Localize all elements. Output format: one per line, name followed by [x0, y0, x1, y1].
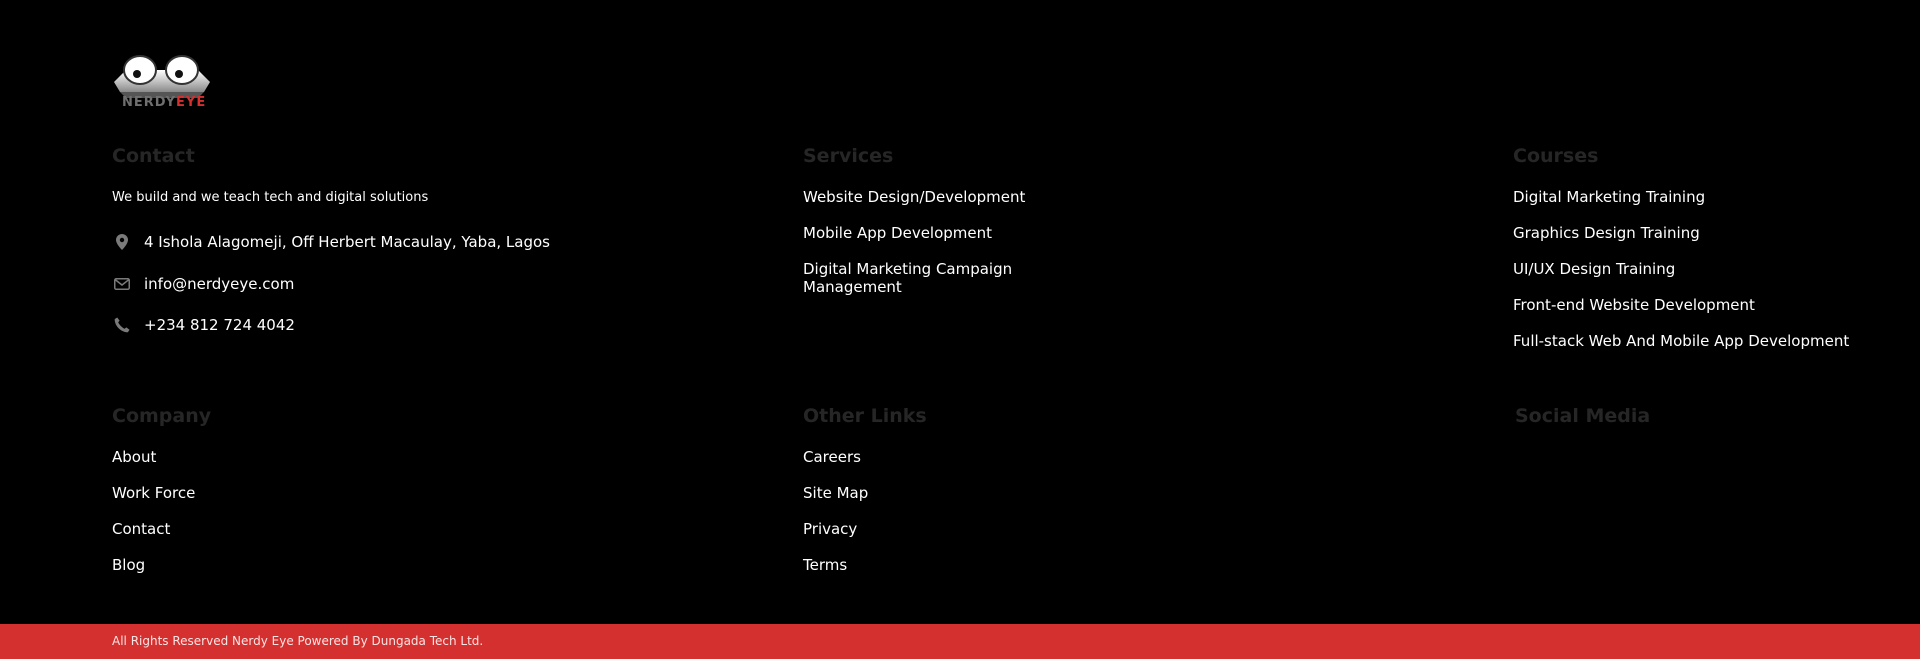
services-list: Website Design/Development Mobile App De…: [803, 188, 1063, 296]
tagline: We build and we teach tech and digital s…: [112, 190, 429, 205]
services-heading: Services: [803, 145, 894, 167]
company-link-contact[interactable]: Contact: [112, 520, 195, 538]
courses-link[interactable]: Graphics Design Training: [1513, 224, 1849, 242]
courses-link[interactable]: UI/UX Design Training: [1513, 260, 1849, 278]
site-footer: NERDYEYE Contact We build and we teach t…: [0, 0, 1920, 624]
contact-phone[interactable]: +234 812 724 4042: [112, 315, 295, 335]
copyright-text: All Rights Reserved Nerdy Eye Powered By…: [112, 634, 484, 648]
phone-link[interactable]: +234 812 724 4042: [144, 316, 295, 334]
company-link-blog[interactable]: Blog: [112, 556, 195, 574]
contact-address: 4 Ishola Alagomeji, Off Herbert Macaulay…: [112, 232, 550, 252]
logo-word-eye: EYE: [176, 95, 207, 110]
other-link-careers[interactable]: Careers: [803, 448, 868, 466]
services-link[interactable]: Website Design/Development: [803, 188, 1063, 206]
brand-logo[interactable]: NERDYEYE: [112, 52, 212, 112]
logo-eyes-icon: [114, 55, 210, 98]
mail-icon: [112, 274, 132, 294]
other-link-site-map[interactable]: Site Map: [803, 484, 868, 502]
company-link-work-force[interactable]: Work Force: [112, 484, 195, 502]
other-links-list: Careers Site Map Privacy Terms: [803, 448, 868, 574]
logo-wordmark: NERDYEYE: [122, 96, 206, 109]
courses-link[interactable]: Front-end Website Development: [1513, 296, 1849, 314]
email-link[interactable]: info@nerdyeye.com: [144, 275, 294, 293]
social-media-heading: Social Media: [1515, 405, 1651, 427]
phone-icon: [112, 315, 132, 335]
contact-heading: Contact: [112, 145, 195, 167]
copyright-bar: All Rights Reserved Nerdy Eye Powered By…: [0, 624, 1920, 659]
services-link[interactable]: Digital Marketing Campaign Management: [803, 260, 1063, 296]
other-link-privacy[interactable]: Privacy: [803, 520, 868, 538]
courses-heading: Courses: [1513, 145, 1599, 167]
other-links-heading: Other Links: [803, 405, 927, 427]
map-pin-icon: [112, 232, 132, 252]
company-link-about[interactable]: About: [112, 448, 195, 466]
courses-link[interactable]: Digital Marketing Training: [1513, 188, 1849, 206]
courses-list: Digital Marketing Training Graphics Desi…: [1513, 188, 1849, 350]
courses-link[interactable]: Full-stack Web And Mobile App Developmen…: [1513, 332, 1849, 350]
company-list: About Work Force Contact Blog: [112, 448, 195, 574]
logo-word-nerdy: NERDY: [122, 95, 177, 110]
address-text: 4 Ishola Alagomeji, Off Herbert Macaulay…: [144, 233, 550, 251]
company-heading: Company: [112, 405, 212, 427]
contact-email[interactable]: info@nerdyeye.com: [112, 274, 294, 294]
other-link-terms[interactable]: Terms: [803, 556, 868, 574]
services-link[interactable]: Mobile App Development: [803, 224, 1063, 242]
